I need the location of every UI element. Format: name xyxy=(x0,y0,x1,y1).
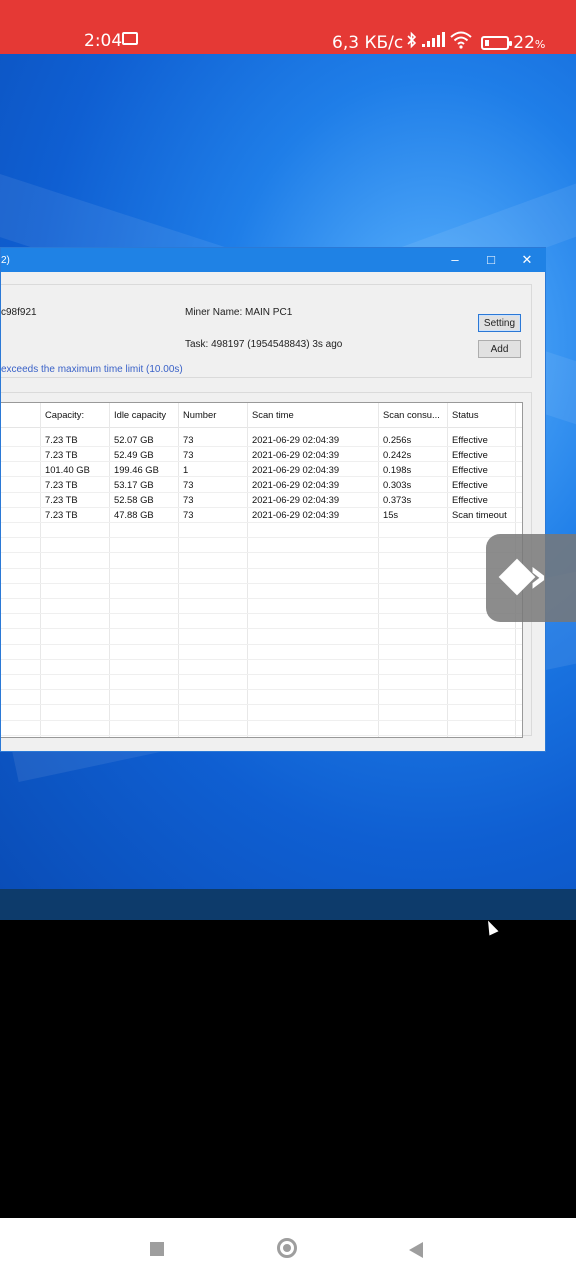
cell-scan-consumption: 0.303s xyxy=(383,479,412,490)
miner-id: c98f921 xyxy=(1,307,37,318)
cell-number: 73 xyxy=(183,434,194,445)
cell-number: 73 xyxy=(183,479,194,490)
window-titlebar[interactable]: 2) – □ ✕ xyxy=(1,248,546,272)
column-number[interactable]: Number xyxy=(183,409,216,420)
battery-level-fill xyxy=(485,39,490,46)
cell-scan-time: 2021-06-29 02:04:39 xyxy=(252,509,340,520)
miner-window: 2) – □ ✕ c98f921 Miner Name: MAIN PC1 Ta… xyxy=(0,247,546,752)
table-gridline xyxy=(1,674,522,675)
cell-number: 73 xyxy=(183,449,194,460)
chevron-right-icon: › xyxy=(528,548,548,604)
cell-status: Effective xyxy=(452,464,488,475)
cell-idle-capacity: 52.58 GB xyxy=(114,494,154,505)
table-gridline xyxy=(1,643,522,645)
table-gridline xyxy=(1,506,522,508)
android-status-bar: 2:04 6,3 КБ/с 22% xyxy=(0,0,576,54)
column-status[interactable]: Status xyxy=(452,409,479,420)
table-gridline xyxy=(1,522,522,523)
status-right-group: 6,3 КБ/с 22% xyxy=(332,31,545,54)
miner-name: Miner Name: MAIN PC1 xyxy=(185,307,293,318)
home-circle-icon[interactable] xyxy=(277,1238,297,1258)
minimize-button[interactable]: – xyxy=(447,252,463,267)
table-gridline xyxy=(1,628,522,630)
cell-scan-consumption: 15s xyxy=(383,509,399,520)
setting-button[interactable]: Setting xyxy=(478,314,521,332)
status-time: 2:04 xyxy=(84,31,123,51)
cell-scan-consumption: 0.373s xyxy=(383,494,412,505)
scan-table: Capacity: Idle capacity Number Scan time… xyxy=(1,402,523,738)
cell-status: Effective xyxy=(452,449,488,460)
task-info: Task: 498197 (1954548843) 3s ago xyxy=(185,339,343,350)
cell-scan-consumption: 0.242s xyxy=(383,449,412,460)
cell-scan-time: 2021-06-29 02:04:39 xyxy=(252,494,340,505)
cell-capacity: 7.23 TB xyxy=(45,434,78,445)
cell-scan-consumption: 0.198s xyxy=(383,464,412,475)
maximize-button[interactable]: □ xyxy=(483,252,499,267)
cell-number: 73 xyxy=(183,509,194,520)
table-gridline xyxy=(1,734,522,736)
bluetooth-icon xyxy=(407,31,417,54)
column-scan-time[interactable]: Scan time xyxy=(252,409,294,420)
table-gridline xyxy=(1,537,522,539)
add-button[interactable]: Add xyxy=(478,340,521,358)
table-gridline xyxy=(1,689,522,691)
battery-icon xyxy=(481,35,513,50)
cell-idle-capacity: 199.46 GB xyxy=(114,464,159,475)
battery-percent: 22% xyxy=(513,32,546,53)
column-idle-capacity[interactable]: Idle capacity xyxy=(114,409,166,420)
table-gridline xyxy=(1,567,522,569)
cell-status: Effective xyxy=(452,434,488,445)
table-gridline xyxy=(1,582,522,584)
table-gridline xyxy=(1,598,522,599)
time-limit-warning: exceeds the maximum time limit (10.00s) xyxy=(1,364,183,375)
cell-status: Scan timeout xyxy=(452,509,507,520)
table-gridline xyxy=(1,491,522,493)
cell-scan-time: 2021-06-29 02:04:39 xyxy=(252,464,340,475)
cell-status: Effective xyxy=(452,494,488,505)
table-header: Capacity: Idle capacity Number Scan time… xyxy=(1,403,522,428)
wifi-icon xyxy=(449,31,473,54)
miner-info-panel: c98f921 Miner Name: MAIN PC1 Task: 49819… xyxy=(1,284,532,378)
mouse-cursor-icon xyxy=(483,918,499,936)
cell-status: Effective xyxy=(452,479,488,490)
cell-capacity: 101.40 GB xyxy=(45,464,90,475)
cell-idle-capacity: 53.17 GB xyxy=(114,479,154,490)
table-gridline xyxy=(1,552,522,554)
network-speed: 6,3 КБ/с xyxy=(332,32,404,53)
scan-table-group: Capacity: Idle capacity Number Scan time… xyxy=(1,392,532,738)
cell-number: 1 xyxy=(183,464,189,475)
table-gridline xyxy=(1,476,522,478)
column-capacity[interactable]: Capacity: xyxy=(45,409,84,420)
close-button[interactable]: ✕ xyxy=(519,252,535,268)
cell-scan-time: 2021-06-29 02:04:39 xyxy=(252,479,340,490)
cell-capacity: 7.23 TB xyxy=(45,509,78,520)
signal-icon xyxy=(421,32,446,53)
table-gridline xyxy=(1,446,522,447)
cell-scan-consumption: 0.256s xyxy=(383,434,412,445)
table-gridline xyxy=(1,704,522,706)
column-scan-consumption[interactable]: Scan consu... xyxy=(383,409,440,420)
back-triangle-icon[interactable] xyxy=(409,1242,423,1258)
cell-capacity: 7.23 TB xyxy=(45,494,78,505)
table-gridline xyxy=(1,613,522,615)
cell-number: 73 xyxy=(183,494,194,505)
window-title: 2) xyxy=(1,255,10,266)
cell-idle-capacity: 52.07 GB xyxy=(114,434,154,445)
cell-scan-time: 2021-06-29 02:04:39 xyxy=(252,449,340,460)
windows-taskbar xyxy=(0,889,576,920)
recents-square-icon[interactable] xyxy=(150,1242,164,1256)
remote-app-floating-button[interactable]: › xyxy=(486,534,576,622)
cell-idle-capacity: 52.49 GB xyxy=(114,449,154,460)
table-gridline xyxy=(1,658,522,660)
cell-idle-capacity: 47.88 GB xyxy=(114,509,154,520)
cell-scan-time: 2021-06-29 02:04:39 xyxy=(252,434,340,445)
table-gridline xyxy=(1,461,522,463)
table-gridline xyxy=(1,719,522,721)
screen-notification-icon xyxy=(122,32,138,45)
cell-capacity: 7.23 TB xyxy=(45,479,78,490)
android-nav-bar xyxy=(0,1218,576,1280)
cell-capacity: 7.23 TB xyxy=(45,449,78,460)
